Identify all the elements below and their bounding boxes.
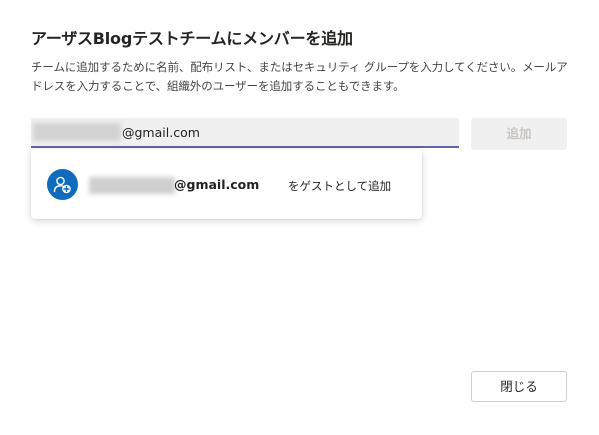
- suggestion-dropdown: @gmail.com をゲストとして追加: [31, 149, 422, 219]
- suggestion-email: @gmail.com: [174, 177, 260, 192]
- add-button[interactable]: 追加: [471, 118, 567, 150]
- dialog-description: チームに追加するために名前、配布リスト、またはセキュリティ グループを入力してく…: [31, 60, 568, 93]
- redacted-email-prefix: [89, 177, 175, 194]
- input-value: @gmail.com: [122, 125, 200, 140]
- suggestion-guest-label: をゲストとして追加: [288, 179, 392, 193]
- close-button[interactable]: 閉じる: [471, 371, 567, 402]
- member-search-input[interactable]: @gmail.com: [31, 118, 459, 148]
- redacted-email-prefix: [33, 123, 121, 141]
- dialog-title: アーザスBlogテストチームにメンバーを追加: [31, 29, 353, 48]
- suggestion-item-add-guest[interactable]: @gmail.com をゲストとして追加: [31, 149, 422, 219]
- add-member-dialog: アーザスBlogテストチームにメンバーを追加 チームに追加するために名前、配布リ…: [0, 0, 599, 435]
- add-guest-icon: [47, 169, 78, 200]
